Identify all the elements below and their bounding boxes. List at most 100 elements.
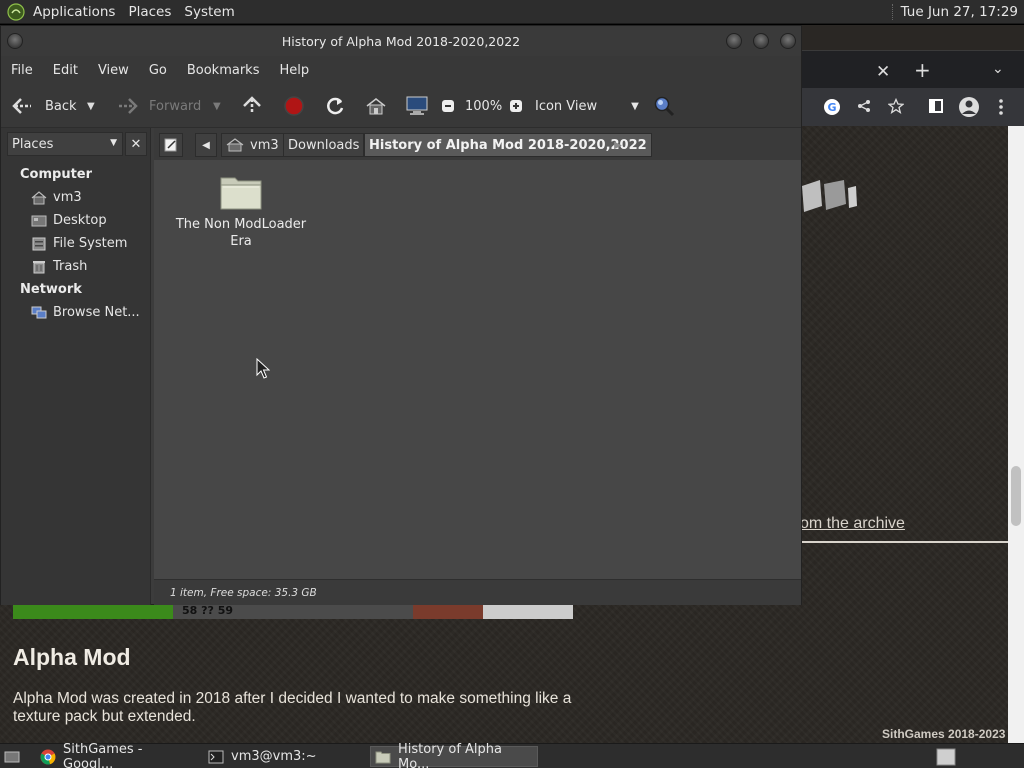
path-crumb-vm3[interactable]: vm3 (221, 133, 284, 157)
sidebar-item-label: Trash (53, 259, 88, 274)
mate-logo-icon[interactable] (5, 1, 27, 23)
tab-search-icon[interactable]: ⌄ (992, 61, 1004, 77)
close-icon[interactable] (780, 33, 796, 49)
folder-item[interactable]: The Non ModLoader Era (174, 172, 308, 250)
bookmark-star-icon[interactable] (888, 98, 904, 114)
google-icon[interactable]: G (823, 98, 841, 116)
sidebar-item-label: File System (53, 236, 128, 251)
menu-go[interactable]: Go (139, 63, 177, 78)
places-menu[interactable]: Places (128, 4, 180, 20)
menu-view[interactable]: View (88, 63, 139, 78)
home-icon (226, 138, 244, 152)
sidebar-item-desktop[interactable]: Desktop (31, 213, 107, 228)
menu-edit[interactable]: Edit (43, 63, 88, 78)
edit-icon (164, 138, 177, 152)
kebab-menu-icon[interactable] (998, 98, 1004, 116)
sidebar-item-browse-network[interactable]: Browse Net... (31, 305, 140, 320)
up-button[interactable] (241, 84, 263, 128)
stop-icon (284, 96, 304, 116)
chevron-right-icon: ▶ (614, 139, 622, 151)
new-tab-icon[interactable]: + (914, 58, 931, 82)
site-logo-fragment (802, 180, 857, 212)
location-bar: ◀ vm3 Downloads History of Alpha Mod 201… (154, 128, 801, 160)
scrollbar-thumb[interactable] (1011, 466, 1021, 526)
trash-icon (31, 260, 47, 274)
toolbar: Back ▼ Forward ▼ 100% Icon View ▼ (1, 84, 801, 128)
page-heading: Alpha Mod (13, 644, 131, 670)
tab-close-icon[interactable]: ✕ (876, 62, 890, 82)
task-chrome[interactable]: SithGames - Googl... (36, 742, 194, 768)
sidebar-item-label: Browse Net... (53, 305, 140, 320)
mouse-pointer-icon (256, 358, 270, 379)
path-scroll-left-button[interactable]: ◀ (195, 133, 217, 157)
back-history-dropdown[interactable]: ▼ (87, 84, 95, 128)
terminal-icon (208, 749, 224, 765)
view-mode-select[interactable]: Icon View ▼ (535, 84, 639, 128)
status-bar: 1 item, Free space: 35.3 GB (154, 579, 801, 605)
back-button[interactable]: Back (11, 84, 77, 128)
chrome-icon (40, 749, 56, 765)
forward-button[interactable]: Forward (115, 84, 201, 128)
workspace-switcher[interactable] (932, 746, 960, 767)
folder-icon (220, 177, 262, 210)
sidebar-item-vm3[interactable]: vm3 (31, 190, 82, 205)
home-button[interactable] (365, 84, 387, 128)
clock[interactable]: Tue Jun 27, 17:29 (891, 3, 1018, 20)
page-scrollbar[interactable] (1008, 126, 1024, 743)
share-icon[interactable] (857, 99, 871, 113)
maximize-icon[interactable] (753, 33, 769, 49)
view-mode-label: Icon View (535, 98, 598, 114)
system-menu[interactable]: System (184, 4, 243, 20)
search-button[interactable] (653, 84, 675, 128)
sidebar-item-trash[interactable]: Trash (31, 259, 87, 274)
zoom-out-button[interactable] (441, 84, 455, 128)
sidebar-item-file-system[interactable]: File System (31, 236, 127, 251)
sidebar: Places ▼ ✕ Computer vm3 Desktop File Sys… (1, 128, 151, 605)
menu-file[interactable]: File (1, 63, 43, 78)
file-view[interactable]: The Non ModLoader Era (154, 160, 801, 579)
browser-tabbar (800, 51, 1024, 88)
top-panel: Applications Places System Tue Jun 27, 1… (0, 0, 1024, 24)
sidebar-item-label: Desktop (53, 213, 107, 228)
page-footer: SithGames 2018-2023 (882, 727, 1006, 741)
task-file-manager[interactable]: History of Alpha Mo... (370, 742, 538, 768)
drive-icon (31, 237, 47, 251)
profile-avatar-icon[interactable] (958, 96, 980, 118)
sidebar-close-button[interactable]: ✕ (125, 132, 147, 156)
task-label: SithGames - Googl... (63, 741, 143, 768)
network-icon (31, 306, 47, 320)
menu-help[interactable]: Help (269, 63, 319, 78)
path-scroll-right-button[interactable]: ▶ (609, 133, 627, 157)
svg-text:G: G (828, 101, 837, 114)
crumb-label: vm3 (250, 137, 279, 153)
edit-location-button[interactable] (159, 133, 183, 157)
sidebar-pane-label: Places (12, 136, 54, 152)
path-crumb-downloads[interactable]: Downloads (283, 133, 365, 157)
search-icon (654, 96, 675, 117)
back-label: Back (45, 98, 77, 114)
stop-button[interactable] (283, 84, 305, 128)
side-panel-icon[interactable] (929, 99, 943, 113)
status-text: 1 item, Free space: 35.3 GB (170, 587, 317, 599)
reload-icon (327, 97, 344, 115)
page-paragraph: Alpha Mod was created in 2018 after I de… (13, 690, 572, 725)
divider (800, 541, 1008, 543)
show-desktop-button[interactable] (2, 746, 22, 767)
archive-link[interactable]: om the archive (800, 515, 905, 533)
menu-bookmarks[interactable]: Bookmarks (177, 63, 270, 78)
applications-menu[interactable]: Applications (33, 4, 124, 20)
computer-button[interactable] (405, 84, 429, 128)
task-terminal[interactable]: vm3@vm3:~ (204, 746, 364, 767)
game-screenshot (13, 605, 573, 619)
zoom-level[interactable]: 100% (465, 84, 502, 128)
minimize-icon[interactable] (726, 33, 742, 49)
zoom-in-button[interactable] (509, 84, 523, 128)
sidebar-pane-select[interactable]: Places ▼ (7, 132, 123, 156)
window-titlebar[interactable]: History of Alpha Mod 2018-2020,2022 (1, 26, 801, 56)
forward-history-dropdown[interactable]: ▼ (213, 84, 221, 128)
computer-icon (406, 96, 428, 115)
sidebar-section-network: Network (20, 282, 82, 297)
home-icon (366, 98, 386, 115)
reload-button[interactable] (324, 84, 346, 128)
crumb-label: History of Alpha Mod 2018-2020,2022 (369, 137, 647, 153)
